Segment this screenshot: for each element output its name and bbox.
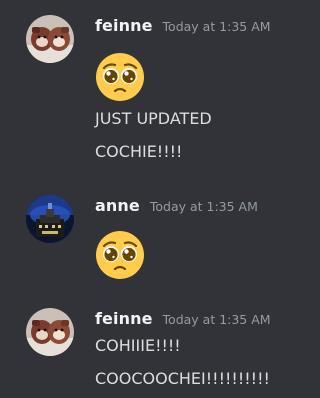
pleading-face-emoji-icon[interactable] (95, 230, 145, 280)
plush-photo-avatar-icon (26, 15, 74, 63)
message-header: feinne Today at 1:35 AM (95, 309, 271, 328)
user-avatar[interactable] (26, 15, 74, 63)
message-text: COHIIIE!!!! (95, 336, 181, 355)
username[interactable]: feinne (95, 309, 153, 328)
timestamp[interactable]: Today at 1:35 AM (163, 312, 271, 327)
message-header: feinne Today at 1:35 AM (95, 16, 271, 35)
message-text: COOCOOCHEI!!!!!!!!!! (95, 369, 270, 388)
chat-log: feinne Today at 1:35 AM JUST UPDATED COC… (0, 0, 315, 398)
user-avatar[interactable] (26, 308, 74, 356)
message-text: JUST UPDATED (95, 109, 212, 128)
username[interactable]: anne (95, 196, 140, 215)
user-avatar[interactable] (26, 195, 74, 243)
message-header: anne Today at 1:35 AM (95, 196, 258, 215)
username[interactable]: feinne (95, 16, 153, 35)
dark-night-scene-avatar-icon (26, 195, 74, 243)
timestamp[interactable]: Today at 1:35 AM (163, 19, 271, 34)
message-text: COCHIE!!!! (95, 142, 183, 161)
pleading-face-emoji-icon[interactable] (95, 52, 145, 102)
timestamp[interactable]: Today at 1:35 AM (150, 199, 258, 214)
plush-photo-avatar-icon (26, 308, 74, 356)
